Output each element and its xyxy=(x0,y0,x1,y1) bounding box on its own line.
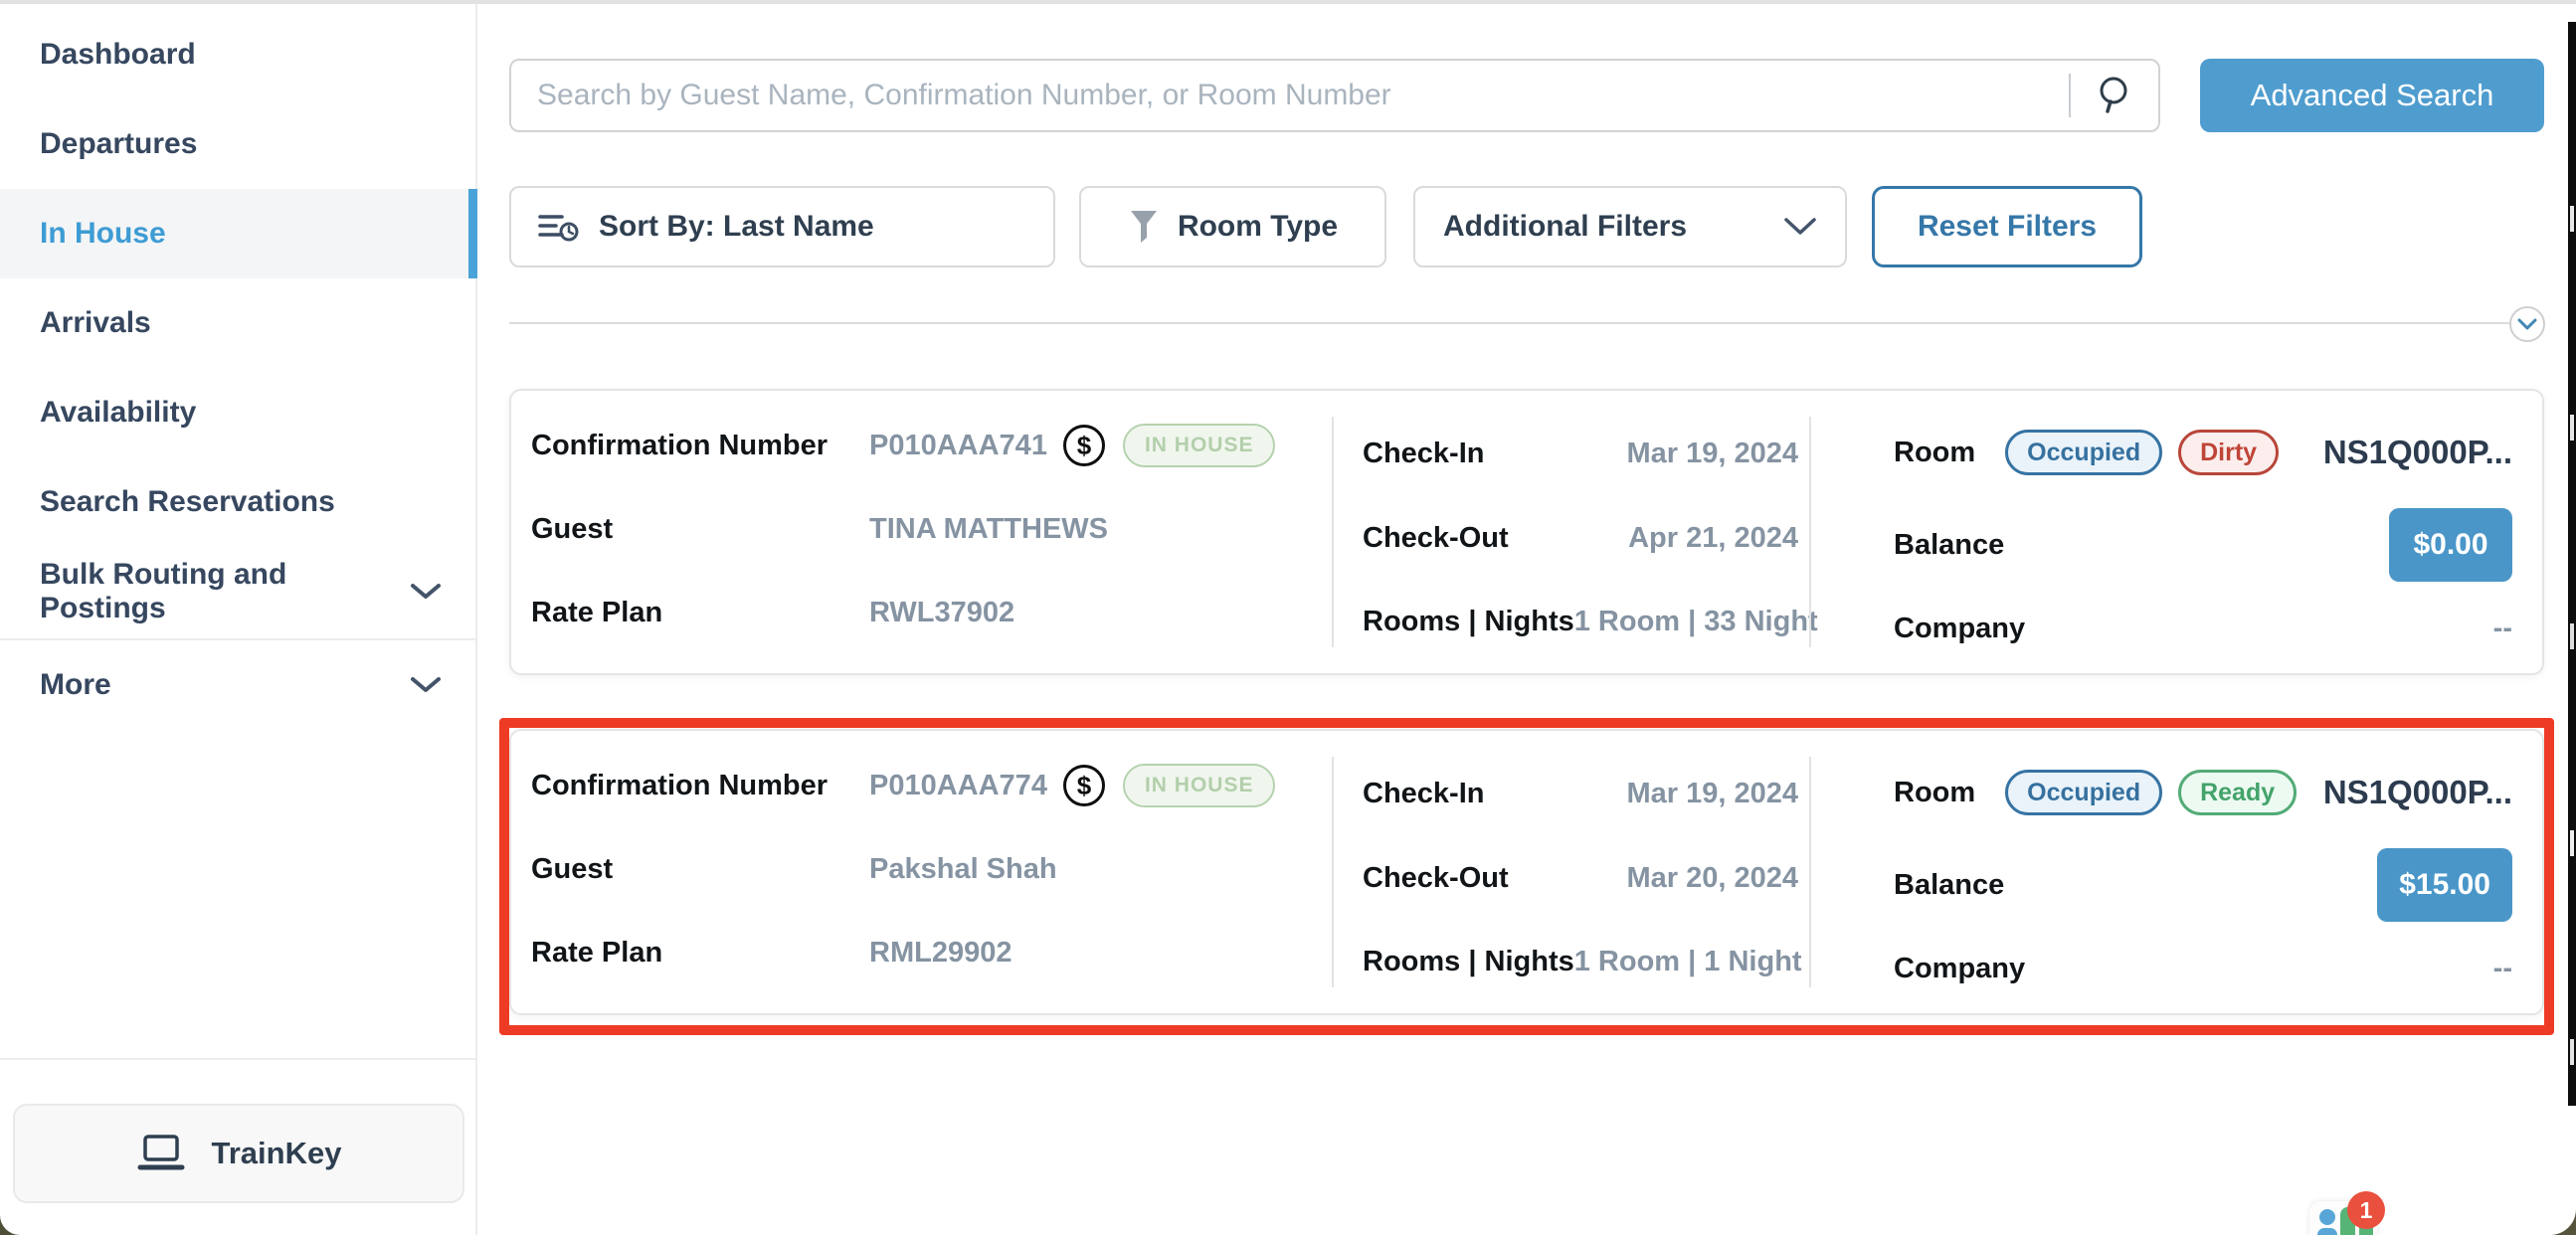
search-input[interactable] xyxy=(537,79,2057,112)
collapse-toggle[interactable] xyxy=(2509,306,2545,342)
chevron-down-icon xyxy=(2517,318,2537,330)
room-type-label: Room Type xyxy=(1178,210,1338,244)
check-in-label: Check-In xyxy=(1363,438,1484,470)
column-divider xyxy=(1332,417,1334,647)
room-type-button[interactable]: Room Type xyxy=(1079,186,1386,267)
check-out-label: Check-Out xyxy=(1363,522,1509,555)
check-in-value: Mar 19, 2024 xyxy=(1626,438,1798,470)
sidebar-item-label: Bulk Routing and Postings xyxy=(40,558,410,625)
company-value: -- xyxy=(2493,613,2512,645)
room-label: Room xyxy=(1894,437,1975,469)
section-divider xyxy=(509,322,2513,324)
notification-badge: 1 xyxy=(2347,1191,2385,1229)
column-divider xyxy=(1809,417,1811,647)
search-bar xyxy=(509,59,2160,132)
window-rounded-corner xyxy=(2540,1106,2576,1235)
sidebar-bottom-divider xyxy=(0,1058,475,1060)
app-logo-icon xyxy=(2319,1209,2335,1225)
dirty-badge: Dirty xyxy=(2178,430,2279,475)
sidebar-item-arrivals[interactable]: Arrivals xyxy=(0,278,477,368)
sidebar-item-more[interactable]: More xyxy=(0,640,477,730)
additional-filters-label: Additional Filters xyxy=(1443,210,1687,244)
rooms-nights-value: 1 Room | 33 Night xyxy=(1574,606,1818,638)
sidebar-item-availability[interactable]: Availability xyxy=(0,368,477,457)
sort-by-button[interactable]: Sort By: Last Name xyxy=(509,186,1055,267)
background-window-text xyxy=(2570,206,2574,232)
sidebar-item-label: Arrivals xyxy=(40,306,151,340)
background-window-edge xyxy=(2568,22,2576,1106)
chevron-down-icon xyxy=(1783,217,1817,237)
reset-filters-button[interactable]: Reset Filters xyxy=(1872,186,2142,267)
reservation-card[interactable]: Confirmation Number P010AAA741 $ IN HOUS… xyxy=(509,389,2544,675)
sidebar: Dashboard Departures In House Arrivals A… xyxy=(0,4,477,1235)
filter-funnel-icon xyxy=(1128,209,1160,245)
confirmation-value: P010AAA741 xyxy=(869,430,1047,462)
app-logo-icon xyxy=(2317,1228,2337,1235)
company-label: Company xyxy=(1894,613,2025,645)
confirmation-label: Confirmation Number xyxy=(531,430,869,462)
sidebar-item-label: More xyxy=(40,668,111,702)
room-number-value: NS1Q000P... xyxy=(2323,434,2512,471)
dollar-icon: $ xyxy=(1063,425,1105,466)
in-house-badge: IN HOUSE xyxy=(1123,424,1276,467)
app-window: Dashboard Departures In House Arrivals A… xyxy=(0,0,2576,1235)
search-icon[interactable] xyxy=(2095,76,2132,115)
sidebar-item-search-reservations[interactable]: Search Reservations xyxy=(0,457,477,547)
rooms-nights-label: Rooms | Nights xyxy=(1363,606,1574,638)
sidebar-item-label: Availability xyxy=(40,396,196,430)
sidebar-item-departures[interactable]: Departures xyxy=(0,99,477,189)
balance-label: Balance xyxy=(1894,529,2004,562)
search-divider xyxy=(2069,74,2071,117)
sidebar-item-bulk-routing[interactable]: Bulk Routing and Postings xyxy=(0,547,477,636)
annotation-highlight xyxy=(499,718,2554,1035)
rate-plan-label: Rate Plan xyxy=(531,597,869,629)
occupied-badge: Occupied xyxy=(2005,430,2162,475)
sort-icon xyxy=(537,207,579,247)
rate-plan-value: RWL37902 xyxy=(869,597,1014,629)
sidebar-item-label: In House xyxy=(40,217,166,251)
advanced-search-button[interactable]: Advanced Search xyxy=(2200,59,2544,132)
chevron-down-icon xyxy=(410,583,442,601)
sidebar-item-in-house[interactable]: In House xyxy=(0,189,477,278)
additional-filters-button[interactable]: Additional Filters xyxy=(1413,186,1847,267)
sidebar-item-label: Dashboard xyxy=(40,38,196,72)
trainkey-label: TrainKey xyxy=(212,1136,342,1171)
chevron-down-icon xyxy=(410,676,442,694)
laptop-icon xyxy=(136,1134,186,1173)
sidebar-item-label: Departures xyxy=(40,127,197,161)
balance-button[interactable]: $0.00 xyxy=(2389,508,2512,582)
trainkey-button[interactable]: TrainKey xyxy=(13,1104,464,1203)
check-out-value: Apr 21, 2024 xyxy=(1628,522,1798,555)
sort-by-label: Sort By: Last Name xyxy=(599,210,874,244)
sidebar-item-dashboard[interactable]: Dashboard xyxy=(0,10,477,99)
guest-value: TINA MATTHEWS xyxy=(869,513,1108,546)
sidebar-item-label: Search Reservations xyxy=(40,485,335,519)
guest-label: Guest xyxy=(531,513,869,546)
